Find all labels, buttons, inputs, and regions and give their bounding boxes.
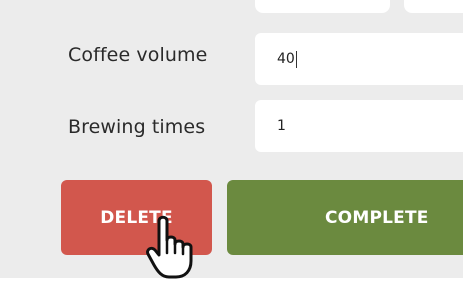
hand-pointer-icon — [146, 215, 193, 279]
coffee-volume-input[interactable]: 40 — [255, 33, 463, 85]
complete-button[interactable]: COMPLETE — [227, 180, 463, 255]
cropped-field-left[interactable] — [255, 0, 390, 13]
brewing-times-label: Brewing times — [68, 116, 206, 138]
complete-button-label: COMPLETE — [325, 207, 429, 228]
app-screen: Coffee volume 40 Brewing times 1 DELETE … — [0, 0, 463, 283]
coffee-volume-label: Coffee volume — [68, 44, 208, 66]
brewing-times-input[interactable]: 1 — [255, 100, 463, 152]
brewing-times-value: 1 — [277, 118, 286, 134]
coffee-volume-value: 40 — [277, 51, 295, 67]
form-panel: Coffee volume 40 Brewing times 1 DELETE … — [0, 0, 463, 278]
text-caret — [295, 50, 297, 68]
cropped-field-right[interactable] — [404, 0, 463, 13]
